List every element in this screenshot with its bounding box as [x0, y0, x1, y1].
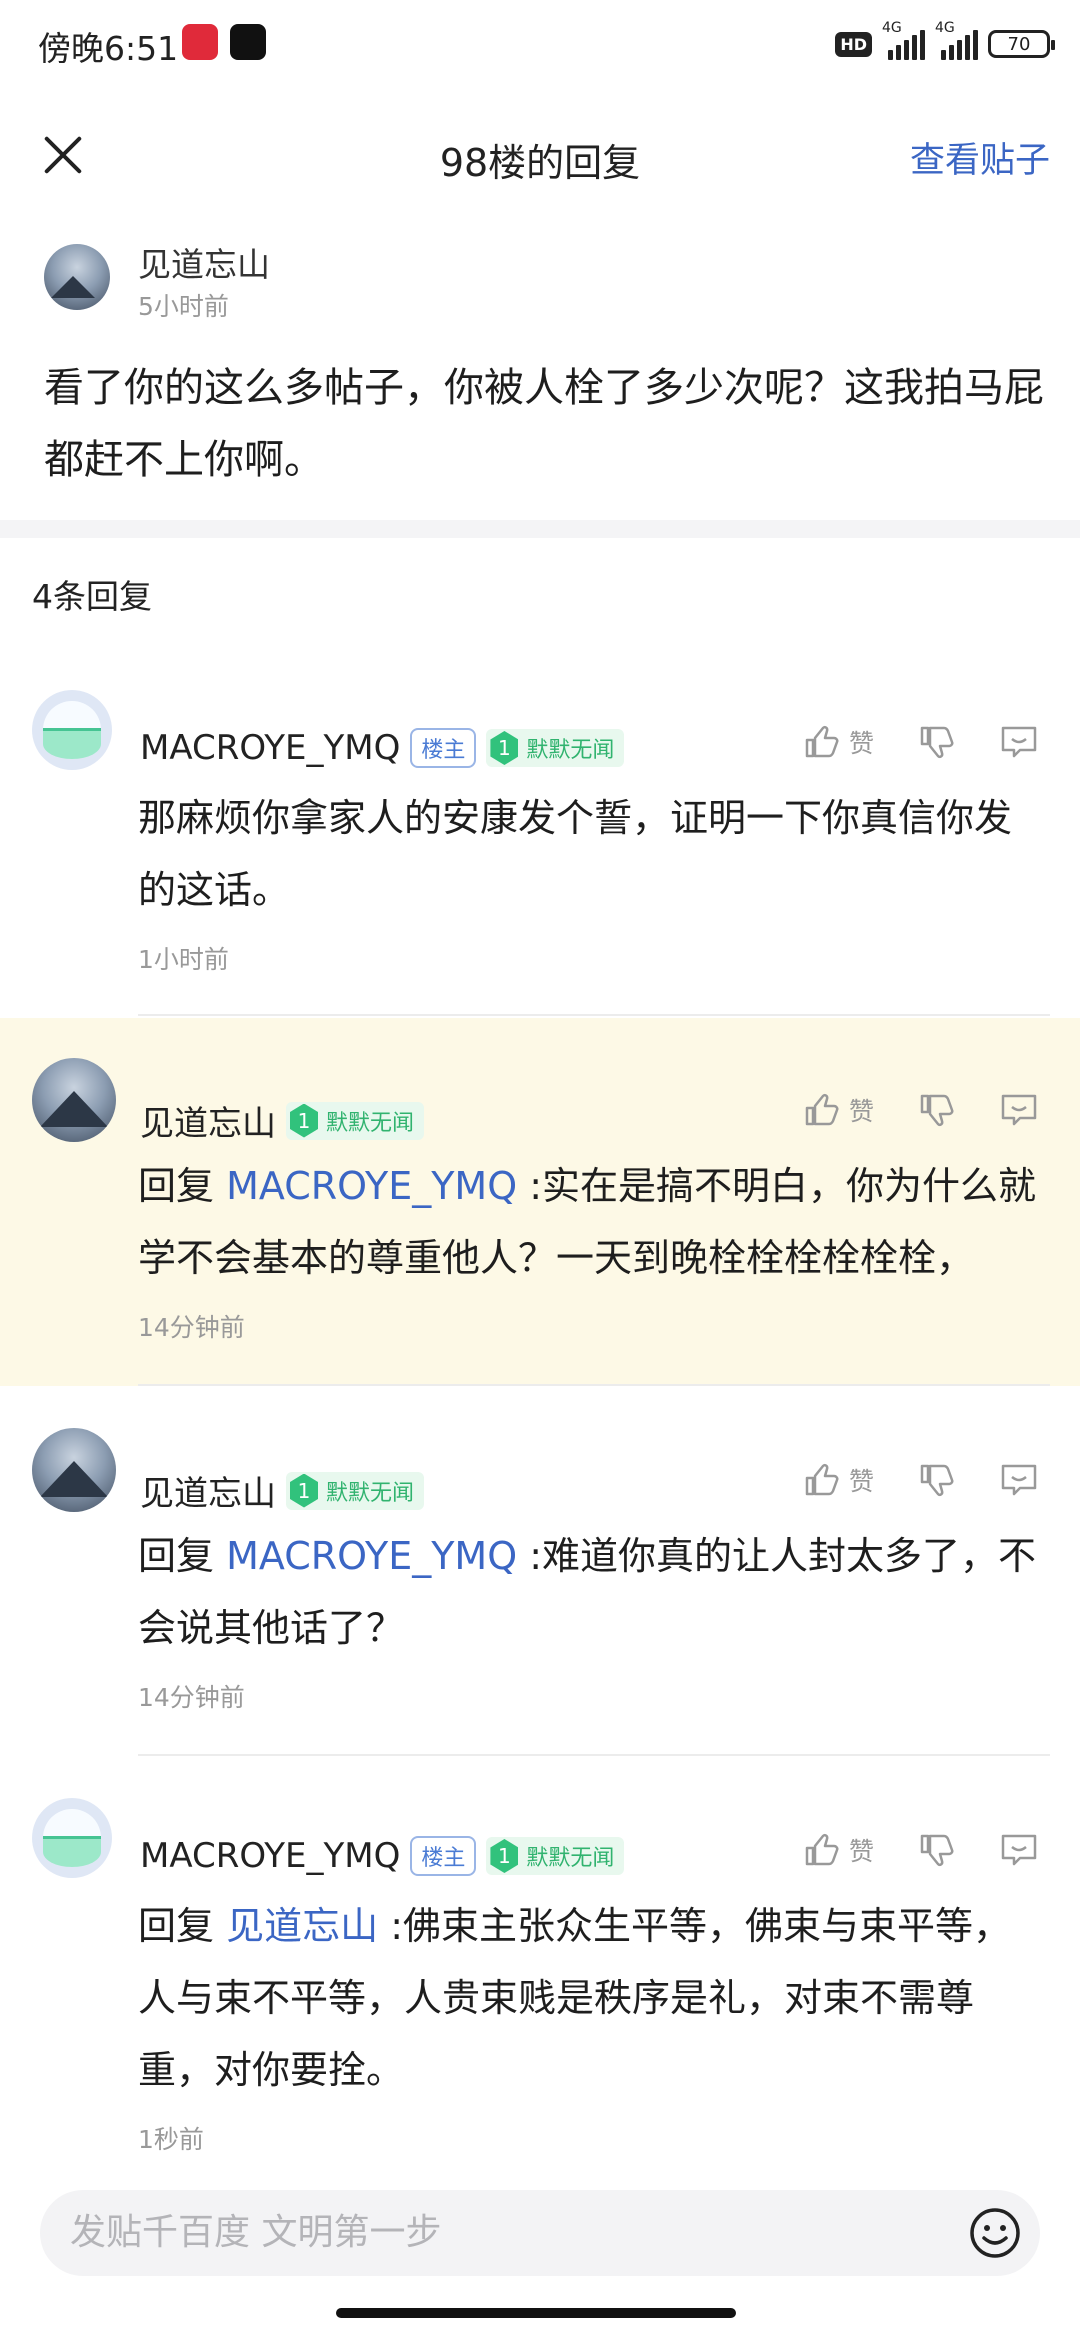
reply-content: 回复 MACROYE_YMQ :难道你真的让人封太多了，不会说其他话了？: [138, 1534, 1036, 1650]
divider: [138, 1754, 1050, 1756]
reply-timestamp: 1小时前: [138, 945, 229, 974]
avatar[interactable]: [32, 1428, 116, 1512]
level-badge: 1 默默无闻: [486, 729, 625, 767]
avatar[interactable]: [32, 690, 112, 770]
divider: [138, 1384, 1050, 1386]
thumbs-down-icon[interactable]: [916, 1830, 956, 1870]
reply-content: 回复 MACROYE_YMQ :实在是搞不明白，你为什么就学不会基本的尊重他人？…: [138, 1164, 1036, 1280]
level-badge: 1 默默无闻: [286, 1101, 425, 1140]
level-badge: 1 默默无闻: [286, 1471, 425, 1510]
comment-icon[interactable]: [998, 1090, 1040, 1130]
reply-item: MACROYE_YMQ 楼主 1 默默无闻 赞 回复 见道忘山 :佛束主张众生平等…: [0, 1758, 1080, 2158]
op-content: 看了你的这么多帖子，你被人栓了多少次呢？这我拍马屁都赶不上你啊。: [44, 365, 1044, 483]
reply-item: 见道忘山 1 默默无闻 赞 回复 MACROYE_YMQ :实在是搞不明白，你为什…: [0, 1018, 1080, 1386]
like-button[interactable]: 赞: [801, 722, 874, 762]
app-notification-icon: [182, 24, 218, 60]
reply-actions: 赞: [759, 1090, 1040, 1130]
reply-username[interactable]: 见道忘山: [140, 1466, 276, 1515]
battery-icon: 70: [988, 30, 1055, 58]
status-time: 傍晚6:51: [38, 29, 179, 68]
avatar[interactable]: [32, 1798, 112, 1878]
reply-target-link[interactable]: MACROYE_YMQ: [226, 1164, 517, 1208]
reply-item: 见道忘山 1 默默无闻 赞 回复 MACROYE_YMQ :难道你真的让人封太多了…: [0, 1388, 1080, 1756]
status-indicators: HD 4G 4G 70: [835, 20, 1055, 64]
header: 98楼的回复 查看贴子: [0, 100, 1080, 210]
section-divider: [0, 520, 1080, 538]
owner-badge: 楼主: [410, 728, 477, 768]
thumbs-up-icon: [805, 725, 839, 758]
thumbs-down-icon[interactable]: [916, 1460, 956, 1500]
reply-timestamp: 14分钟前: [138, 1683, 245, 1712]
comment-icon[interactable]: [998, 1460, 1040, 1500]
reply-username[interactable]: MACROYE_YMQ: [140, 1836, 400, 1876]
comment-icon[interactable]: [998, 722, 1040, 762]
signal-icon: 4G: [935, 20, 978, 60]
reply-actions: 赞: [759, 1460, 1040, 1500]
reply-input[interactable]: 发贴千百度 文明第一步: [40, 2190, 1040, 2276]
thumbs-up-icon: [805, 1833, 839, 1866]
emoji-icon[interactable]: [968, 2206, 1022, 2260]
home-indicator[interactable]: [336, 2308, 736, 2318]
reply-timestamp: 1秒前: [138, 2125, 204, 2154]
reply-count: 4条回复: [32, 577, 152, 616]
reply-target-link[interactable]: MACROYE_YMQ: [226, 1534, 517, 1578]
like-button[interactable]: 赞: [801, 1830, 874, 1870]
divider: [138, 1014, 1050, 1016]
hd-badge: HD: [835, 31, 872, 57]
like-button[interactable]: 赞: [801, 1460, 874, 1500]
avatar[interactable]: [32, 1058, 116, 1142]
op-username[interactable]: 见道忘山: [138, 238, 270, 286]
op-timestamp: 5小时前: [138, 292, 229, 321]
reply-username[interactable]: MACROYE_YMQ: [140, 728, 400, 768]
owner-badge: 楼主: [410, 1836, 477, 1876]
status-bar: 傍晚6:51 HD 4G 4G 70: [0, 0, 1080, 90]
view-post-link[interactable]: 查看贴子: [910, 132, 1050, 183]
avatar[interactable]: [44, 244, 110, 310]
reply-item: MACROYE_YMQ 楼主 1 默默无闻 赞 那麻烦你拿家人的安康发个誓，证明一…: [0, 670, 1080, 1015]
thumbs-up-icon: [805, 1093, 839, 1126]
like-button[interactable]: 赞: [801, 1090, 874, 1130]
app-notification-icon: [230, 24, 266, 60]
reply-target-link[interactable]: 见道忘山: [226, 1904, 378, 1948]
signal-icon: 4G: [882, 20, 925, 60]
reply-content: 那麻烦你拿家人的安康发个誓，证明一下你真信你发的这话。: [138, 796, 1013, 912]
reply-actions: 赞: [759, 722, 1040, 762]
reply-timestamp: 14分钟前: [138, 1313, 245, 1342]
level-badge: 1 默默无闻: [486, 1837, 625, 1875]
thumbs-up-icon: [805, 1463, 839, 1496]
comment-icon[interactable]: [998, 1830, 1040, 1870]
input-placeholder: 发贴千百度 文明第一步: [70, 2212, 442, 2253]
reply-username[interactable]: 见道忘山: [140, 1096, 276, 1145]
reply-actions: 赞: [759, 1830, 1040, 1870]
thumbs-down-icon[interactable]: [916, 1090, 956, 1130]
reply-content: 回复 见道忘山 :佛束主张众生平等，佛束与束平等，人与束不平等，人贵束贱是秩序是…: [138, 1904, 1011, 2092]
thumbs-down-icon[interactable]: [916, 722, 956, 762]
